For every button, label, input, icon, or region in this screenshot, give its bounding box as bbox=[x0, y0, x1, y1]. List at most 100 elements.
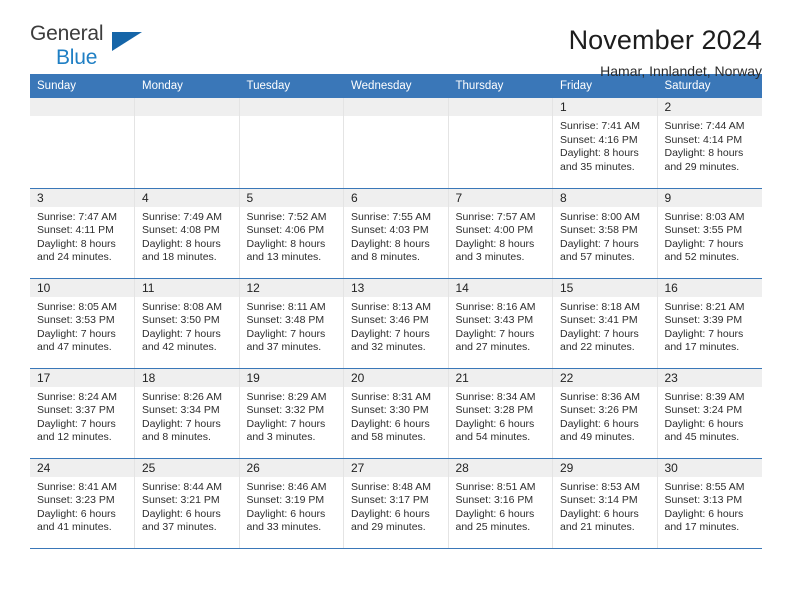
sunrise-text: Sunrise: 8:05 AM bbox=[37, 300, 117, 313]
calendar-day-cell[interactable]: 18 Sunrise: 8:26 AM Sunset: 3:34 PM Dayligh… bbox=[134, 368, 240, 459]
day-details: Sunrise: 8:16 AM Sunset: 3:43 PM Daylight:… bbox=[449, 297, 553, 355]
sunrise-text: Sunrise: 8:29 AM bbox=[246, 390, 327, 403]
calendar-day-cell[interactable]: 3 Sunrise: 7:47 AM Sunset: 4:11 PM Daylight… bbox=[30, 188, 135, 279]
sunset-text: Sunset: 3:13 PM bbox=[664, 494, 743, 507]
calendar-day-cell[interactable]: 29 Sunrise: 8:53 AM Sunset: 3:14 PM Dayligh… bbox=[552, 458, 658, 549]
calendar-day-cell[interactable]: 28 Sunrise: 8:51 AM Sunset: 3:16 PM Dayligh… bbox=[448, 458, 553, 549]
day-number: 12 bbox=[239, 278, 343, 297]
calendar-day-cell[interactable]: 13 Sunrise: 8:13 AM Sunset: 3:46 PM Dayligh… bbox=[343, 278, 449, 369]
calendar-day-cell[interactable]: 16 Sunrise: 8:21 AM Sunset: 3:39 PM Dayligh… bbox=[657, 278, 762, 369]
sunrise-text: Sunrise: 8:41 AM bbox=[37, 480, 117, 493]
calendar-day-cell[interactable]: 10 Sunrise: 8:05 AM Sunset: 3:53 PM Dayligh… bbox=[30, 278, 135, 369]
calendar-day-cell[interactable]: 5 Sunrise: 7:52 AM Sunset: 4:06 PM Daylight… bbox=[239, 188, 344, 279]
daylight-text: Daylight: 6 hours and 37 minutes. bbox=[142, 507, 221, 534]
daylight-text: Daylight: 6 hours and 45 minutes. bbox=[664, 417, 744, 444]
day-number: 11 bbox=[135, 278, 239, 297]
calendar-day-cell[interactable]: 15 Sunrise: 8:18 AM Sunset: 3:41 PM Dayligh… bbox=[552, 278, 658, 369]
sunrise-text: Sunrise: 8:53 AM bbox=[560, 480, 640, 493]
day-details: Sunrise: 8:24 AM Sunset: 3:37 PM Daylight:… bbox=[30, 387, 134, 445]
daylight-text: Daylight: 7 hours and 37 minutes. bbox=[246, 327, 326, 354]
sunset-text: Sunset: 3:24 PM bbox=[664, 404, 743, 417]
day-number: 4 bbox=[135, 188, 239, 207]
day-number: 1 bbox=[553, 98, 657, 116]
calendar-day-cell[interactable]: 12 Sunrise: 8:11 AM Sunset: 3:48 PM Dayligh… bbox=[239, 278, 344, 369]
sunset-text: Sunset: 3:16 PM bbox=[455, 494, 534, 507]
daylight-text: Daylight: 6 hours and 33 minutes. bbox=[246, 507, 326, 534]
sunset-text: Sunset: 3:53 PM bbox=[37, 314, 115, 327]
calendar-day-cell[interactable]: 30 Sunrise: 8:55 AM Sunset: 3:13 PM Dayligh… bbox=[657, 458, 762, 549]
daylight-text: Daylight: 8 hours and 8 minutes. bbox=[351, 237, 430, 264]
sunrise-text: Sunrise: 7:49 AM bbox=[142, 210, 222, 223]
daylight-text: Daylight: 7 hours and 47 minutes. bbox=[37, 327, 116, 354]
calendar-day-cell[interactable]: 21 Sunrise: 8:34 AM Sunset: 3:28 PM Dayligh… bbox=[448, 368, 553, 459]
calendar-day-cell[interactable]: 6 Sunrise: 7:55 AM Sunset: 4:03 PM Daylight… bbox=[343, 188, 449, 279]
sunrise-text: Sunrise: 8:48 AM bbox=[351, 480, 431, 493]
day-number: 24 bbox=[30, 458, 134, 477]
sunrise-text: Sunrise: 8:11 AM bbox=[246, 300, 326, 313]
day-details: Sunrise: 8:51 AM Sunset: 3:16 PM Daylight:… bbox=[449, 477, 553, 535]
day-number: 3 bbox=[30, 188, 134, 207]
calendar-day-cell[interactable]: 20 Sunrise: 8:31 AM Sunset: 3:30 PM Dayligh… bbox=[343, 368, 449, 459]
day-details: Sunrise: 8:34 AM Sunset: 3:28 PM Daylight:… bbox=[449, 387, 553, 445]
day-details: Sunrise: 8:26 AM Sunset: 3:34 PM Daylight:… bbox=[135, 387, 239, 445]
calendar-week-row: 10 Sunrise: 8:05 AM Sunset: 3:53 PM Dayligh… bbox=[30, 278, 762, 369]
sunset-text: Sunset: 3:39 PM bbox=[664, 314, 743, 327]
calendar-day-cell[interactable]: 4 Sunrise: 7:49 AM Sunset: 4:08 PM Daylight… bbox=[134, 188, 240, 279]
calendar-day-cell[interactable]: 22 Sunrise: 8:36 AM Sunset: 3:26 PM Dayligh… bbox=[552, 368, 658, 459]
sunrise-text: Sunrise: 8:26 AM bbox=[142, 390, 222, 403]
sunrise-text: Sunrise: 8:46 AM bbox=[246, 480, 327, 493]
sunrise-text: Sunrise: 8:00 AM bbox=[560, 210, 640, 223]
sunrise-text: Sunrise: 8:24 AM bbox=[37, 390, 117, 403]
calendar-day-cell[interactable]: 26 Sunrise: 8:46 AM Sunset: 3:19 PM Dayligh… bbox=[239, 458, 344, 549]
sunrise-text: Sunrise: 8:44 AM bbox=[142, 480, 222, 493]
day-number: 30 bbox=[657, 458, 762, 477]
sunrise-text: Sunrise: 7:41 AM bbox=[560, 120, 640, 132]
title-block: November 2024 Hamar, Innlandet, Norway bbox=[569, 22, 762, 81]
day-number: 7 bbox=[448, 188, 552, 207]
day-details: Sunrise: 8:05 AM Sunset: 3:53 PM Daylight:… bbox=[30, 297, 134, 355]
calendar-week-row: 17 Sunrise: 8:24 AM Sunset: 3:37 PM Dayligh… bbox=[30, 368, 762, 459]
sunset-text: Sunset: 3:41 PM bbox=[560, 314, 638, 327]
calendar-day-cell[interactable]: 19 Sunrise: 8:29 AM Sunset: 3:32 PM Dayligh… bbox=[239, 368, 344, 459]
sunrise-text: Sunrise: 8:03 AM bbox=[664, 210, 745, 223]
calendar-day-cell[interactable]: 14 Sunrise: 8:16 AM Sunset: 3:43 PM Dayligh… bbox=[448, 278, 553, 369]
day-number: 14 bbox=[448, 278, 552, 297]
sunset-text: Sunset: 4:14 PM bbox=[664, 133, 743, 146]
sunset-text: Sunset: 3:30 PM bbox=[351, 404, 429, 417]
daylight-text: Daylight: 6 hours and 21 minutes. bbox=[560, 507, 639, 534]
calendar-day-cell[interactable]: 25 Sunrise: 8:44 AM Sunset: 3:21 PM Dayligh… bbox=[134, 458, 240, 549]
sunset-text: Sunset: 3:23 PM bbox=[37, 494, 115, 507]
sunset-text: Sunset: 3:32 PM bbox=[246, 404, 325, 417]
calendar-week-row: 24 Sunrise: 8:41 AM Sunset: 3:23 PM Dayligh… bbox=[30, 458, 762, 549]
calendar-day-cell-empty bbox=[134, 98, 240, 189]
day-details: Sunrise: 8:03 AM Sunset: 3:55 PM Daylight:… bbox=[658, 207, 762, 265]
sunset-text: Sunset: 3:21 PM bbox=[142, 494, 220, 507]
calendar-day-cell[interactable]: 23 Sunrise: 8:39 AM Sunset: 3:24 PM Dayligh… bbox=[657, 368, 762, 459]
day-details: Sunrise: 8:29 AM Sunset: 3:32 PM Daylight:… bbox=[240, 387, 344, 445]
day-details: Sunrise: 7:47 AM Sunset: 4:11 PM Daylight:… bbox=[30, 207, 134, 265]
daylight-text: Daylight: 7 hours and 17 minutes. bbox=[664, 327, 744, 354]
calendar-day-cell[interactable]: 27 Sunrise: 8:48 AM Sunset: 3:17 PM Dayligh… bbox=[343, 458, 449, 549]
calendar-day-cell[interactable]: 8 Sunrise: 8:00 AM Sunset: 3:58 PM Daylight… bbox=[552, 188, 658, 279]
calendar-day-cell[interactable]: 24 Sunrise: 8:41 AM Sunset: 3:23 PM Dayligh… bbox=[30, 458, 135, 549]
calendar-day-cell[interactable]: 17 Sunrise: 8:24 AM Sunset: 3:37 PM Dayligh… bbox=[30, 368, 135, 459]
brand-logo[interactable]: General Blue bbox=[30, 22, 150, 74]
day-number bbox=[30, 98, 134, 116]
daylight-text: Daylight: 8 hours and 29 minutes. bbox=[664, 147, 744, 173]
calendar-day-cell[interactable]: 11 Sunrise: 8:08 AM Sunset: 3:50 PM Dayligh… bbox=[134, 278, 240, 369]
calendar-day-cell[interactable]: 7 Sunrise: 7:57 AM Sunset: 4:00 PM Daylight… bbox=[448, 188, 553, 279]
calendar-day-cell[interactable]: 9 Sunrise: 8:03 AM Sunset: 3:55 PM Daylight… bbox=[657, 188, 762, 279]
day-number: 22 bbox=[553, 368, 657, 387]
calendar-day-cell[interactable]: 1 Sunrise: 7:41 AM Sunset: 4:16 PM Daylight… bbox=[552, 98, 658, 189]
calendar-day-cell[interactable]: 2 Sunrise: 7:44 AM Sunset: 4:14 PM Daylight… bbox=[657, 98, 762, 189]
day-details: Sunrise: 8:46 AM Sunset: 3:19 PM Daylight:… bbox=[240, 477, 344, 535]
sunrise-text: Sunrise: 7:44 AM bbox=[664, 120, 745, 132]
daylight-text: Daylight: 6 hours and 17 minutes. bbox=[664, 507, 744, 534]
sunrise-text: Sunrise: 8:39 AM bbox=[664, 390, 745, 403]
calendar-day-cell-empty bbox=[343, 98, 449, 189]
sunset-text: Sunset: 3:37 PM bbox=[37, 404, 115, 417]
daylight-text: Daylight: 7 hours and 57 minutes. bbox=[560, 237, 639, 264]
sunset-text: Sunset: 3:34 PM bbox=[142, 404, 220, 417]
daylight-text: Daylight: 6 hours and 54 minutes. bbox=[455, 417, 535, 444]
day-details: Sunrise: 7:44 AM Sunset: 4:14 PM Daylight:… bbox=[658, 116, 762, 174]
